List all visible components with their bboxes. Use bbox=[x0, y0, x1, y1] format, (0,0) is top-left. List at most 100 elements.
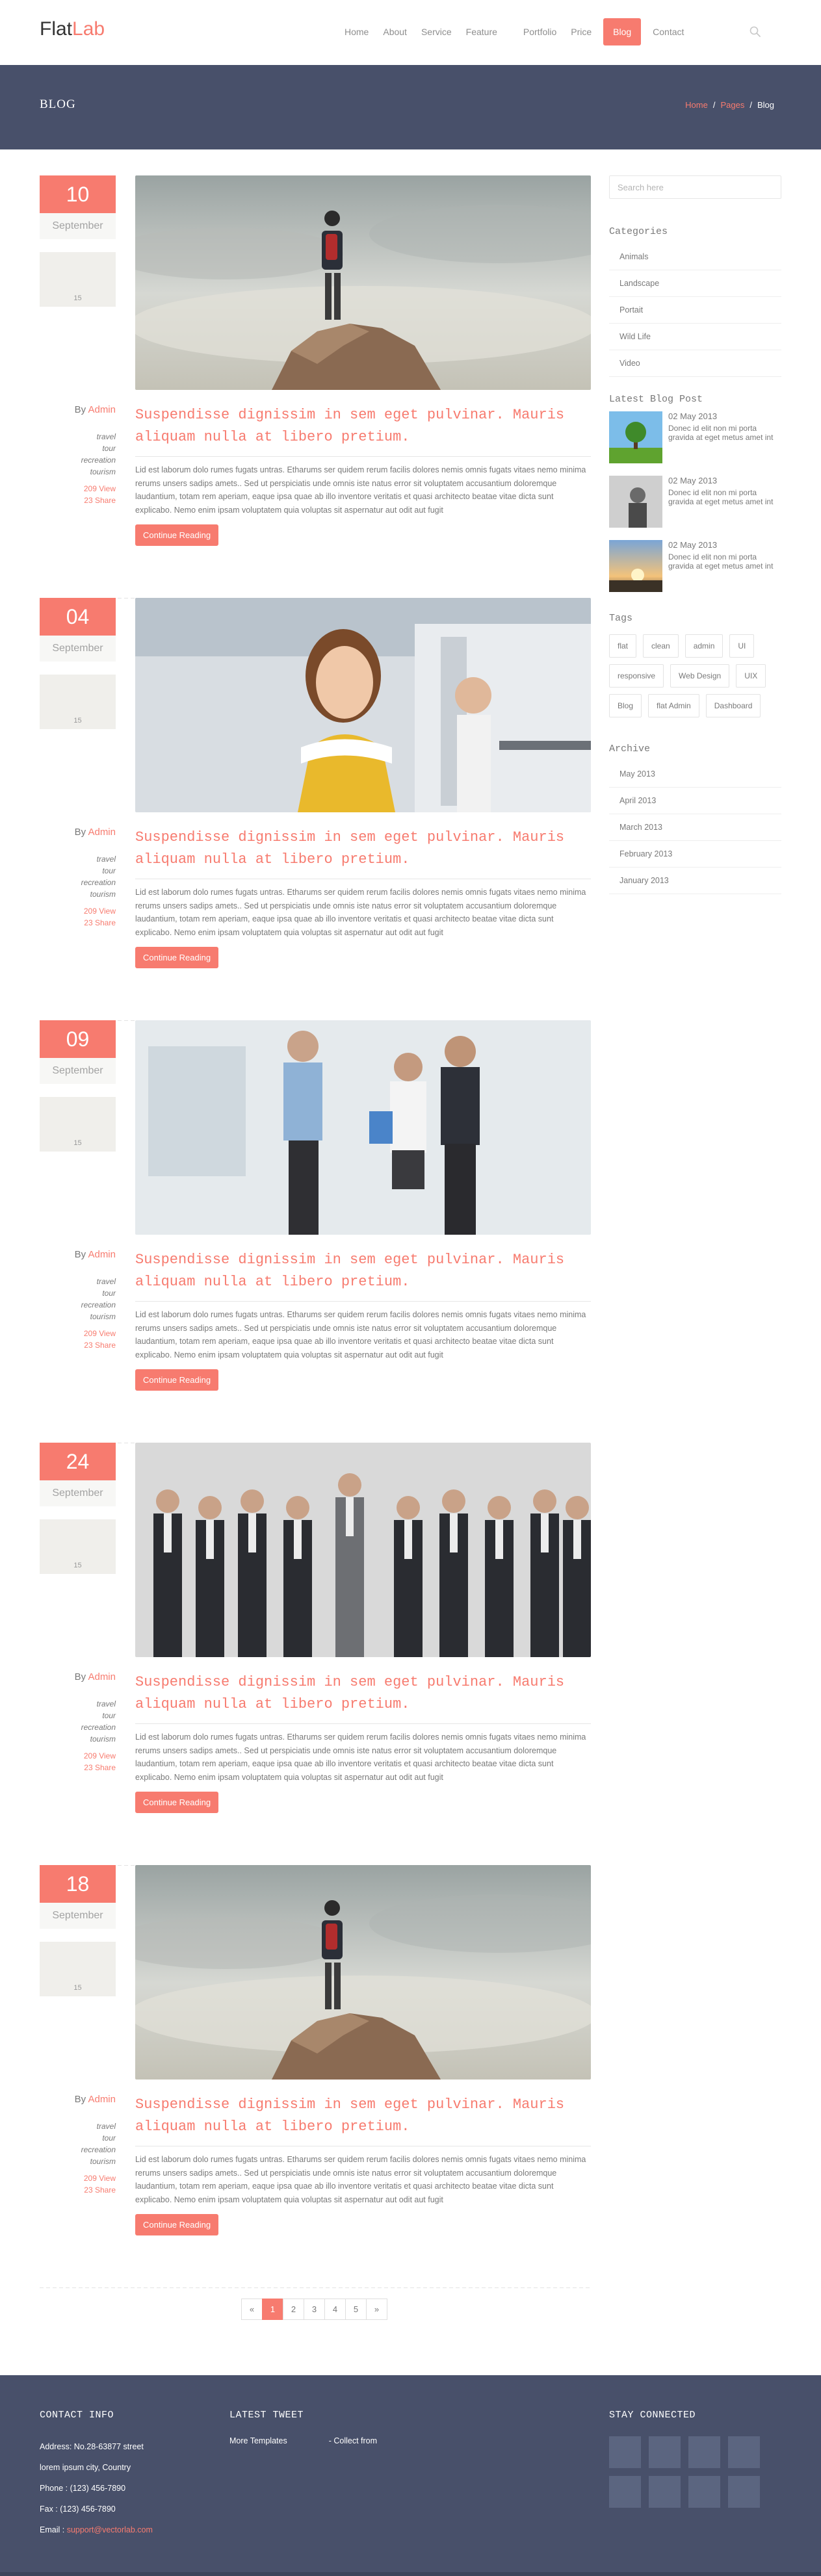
page-button[interactable]: 5 bbox=[345, 2299, 367, 2320]
breadcrumb-home[interactable]: Home bbox=[685, 100, 708, 110]
latest-post-thumbnail[interactable] bbox=[609, 476, 662, 528]
continue-reading-button[interactable]: Continue Reading bbox=[135, 2214, 219, 2235]
tweet-link[interactable]: More Templates bbox=[229, 2436, 287, 2445]
post-tag-link[interactable]: travel bbox=[40, 1698, 116, 1710]
tag-chip[interactable]: UI bbox=[729, 634, 755, 658]
post-title[interactable]: Suspendisse dignissim in sem eget pulvin… bbox=[135, 1671, 591, 1716]
post-tag-link[interactable]: tourism bbox=[40, 2156, 116, 2167]
post-image[interactable] bbox=[135, 1865, 591, 2080]
tag-chip[interactable]: UIX bbox=[736, 664, 766, 688]
post-tag-link[interactable]: travel bbox=[40, 431, 116, 443]
tag-chip[interactable]: flat bbox=[609, 634, 637, 658]
footer-email-link[interactable]: support@vectorlab.com bbox=[67, 2525, 153, 2534]
category-item[interactable]: Wild Life bbox=[609, 324, 781, 350]
page-prev-button[interactable]: « bbox=[241, 2299, 263, 2320]
author-link[interactable]: Admin bbox=[88, 404, 116, 415]
nav-item-contact[interactable]: Contact bbox=[653, 18, 684, 45]
category-item[interactable]: Landscape bbox=[609, 270, 781, 297]
latest-post-thumbnail[interactable] bbox=[609, 411, 662, 463]
nav-item-about[interactable]: About bbox=[383, 18, 407, 45]
post-image[interactable] bbox=[135, 1020, 591, 1235]
post-image[interactable] bbox=[135, 598, 591, 812]
post-tag-link[interactable]: tour bbox=[40, 2132, 116, 2144]
page-next-button[interactable]: » bbox=[366, 2299, 387, 2320]
social-icon[interactable] bbox=[649, 2436, 681, 2468]
post-comments-box[interactable]: 15 bbox=[40, 1942, 116, 1996]
post-tag-link[interactable]: tour bbox=[40, 1710, 116, 1721]
post-tag-link[interactable]: recreation bbox=[40, 1299, 116, 1311]
social-icon[interactable] bbox=[728, 2436, 760, 2468]
page-button[interactable]: 3 bbox=[304, 2299, 325, 2320]
author-link[interactable]: Admin bbox=[88, 1249, 116, 1260]
post-tag-link[interactable]: tour bbox=[40, 1287, 116, 1299]
tag-chip[interactable]: responsive bbox=[609, 664, 664, 688]
post-comments-box[interactable]: 15 bbox=[40, 1519, 116, 1574]
post-tag-link[interactable]: tour bbox=[40, 443, 116, 454]
continue-reading-button[interactable]: Continue Reading bbox=[135, 1369, 219, 1391]
archive-item[interactable]: May 2013 bbox=[609, 761, 781, 788]
latest-post-date[interactable]: 02 May 2013 bbox=[668, 476, 781, 485]
latest-post-thumbnail[interactable] bbox=[609, 540, 662, 592]
sidebar-search-input[interactable] bbox=[609, 175, 781, 199]
post-comments-box[interactable]: 15 bbox=[40, 1097, 116, 1152]
author-link[interactable]: Admin bbox=[88, 1671, 116, 1682]
nav-item-home[interactable]: Home bbox=[345, 18, 369, 45]
social-icon[interactable] bbox=[688, 2476, 720, 2508]
post-image[interactable] bbox=[135, 1443, 591, 1657]
page-button[interactable]: 4 bbox=[324, 2299, 346, 2320]
post-tag-link[interactable]: tourism bbox=[40, 1733, 116, 1745]
post-tag-link[interactable]: tourism bbox=[40, 888, 116, 900]
post-title[interactable]: Suspendisse dignissim in sem eget pulvin… bbox=[135, 1249, 591, 1293]
breadcrumb-pages[interactable]: Pages bbox=[720, 100, 744, 110]
post-tag-link[interactable]: recreation bbox=[40, 2144, 116, 2156]
post-image[interactable] bbox=[135, 175, 591, 390]
category-item[interactable]: Portait bbox=[609, 297, 781, 324]
nav-item-portfolio[interactable]: Portfolio bbox=[523, 18, 556, 45]
archive-item[interactable]: April 2013 bbox=[609, 788, 781, 814]
site-logo[interactable]: FlatLab bbox=[40, 18, 105, 40]
post-title[interactable]: Suspendisse dignissim in sem eget pulvin… bbox=[135, 404, 591, 448]
post-tag-link[interactable]: recreation bbox=[40, 454, 116, 466]
latest-post-date[interactable]: 02 May 2013 bbox=[668, 411, 781, 421]
search-icon[interactable] bbox=[748, 24, 763, 40]
post-tag-link[interactable]: recreation bbox=[40, 1721, 116, 1733]
continue-reading-button[interactable]: Continue Reading bbox=[135, 524, 219, 546]
tag-chip[interactable]: flat Admin bbox=[648, 694, 699, 717]
social-icon[interactable] bbox=[649, 2476, 681, 2508]
category-item[interactable]: Animals bbox=[609, 244, 781, 270]
latest-post-date[interactable]: 02 May 2013 bbox=[668, 540, 781, 550]
archive-item[interactable]: February 2013 bbox=[609, 841, 781, 868]
post-tag-link[interactable]: travel bbox=[40, 2120, 116, 2132]
post-tag-link[interactable]: tourism bbox=[40, 1311, 116, 1322]
continue-reading-button[interactable]: Continue Reading bbox=[135, 1792, 219, 1813]
continue-reading-button[interactable]: Continue Reading bbox=[135, 947, 219, 968]
post-title[interactable]: Suspendisse dignissim in sem eget pulvin… bbox=[135, 2094, 591, 2138]
post-tag-link[interactable]: travel bbox=[40, 1276, 116, 1287]
tweet-source[interactable]: - Collect from bbox=[329, 2436, 377, 2445]
post-comments-box[interactable]: 15 bbox=[40, 252, 116, 307]
tag-chip[interactable]: Dashboard bbox=[705, 694, 761, 717]
author-link[interactable]: Admin bbox=[88, 2094, 116, 2105]
nav-item-service[interactable]: Service bbox=[421, 18, 452, 45]
social-icon[interactable] bbox=[728, 2476, 760, 2508]
nav-item-price[interactable]: Price bbox=[571, 18, 592, 45]
tag-chip[interactable]: admin bbox=[684, 634, 723, 658]
social-icon[interactable] bbox=[688, 2436, 720, 2468]
tag-chip[interactable]: clean bbox=[643, 634, 679, 658]
post-tag-link[interactable]: tourism bbox=[40, 466, 116, 478]
page-button[interactable]: 1 bbox=[262, 2299, 283, 2320]
page-button[interactable]: 2 bbox=[283, 2299, 304, 2320]
social-icon[interactable] bbox=[609, 2476, 641, 2508]
tag-chip[interactable]: Blog bbox=[609, 694, 642, 717]
category-item[interactable]: Video bbox=[609, 350, 781, 377]
post-comments-box[interactable]: 15 bbox=[40, 675, 116, 729]
post-tag-link[interactable]: travel bbox=[40, 853, 116, 865]
author-link[interactable]: Admin bbox=[88, 827, 116, 838]
post-tag-link[interactable]: recreation bbox=[40, 877, 116, 888]
nav-item-blog[interactable]: Blog bbox=[603, 18, 642, 45]
post-tag-link[interactable]: tour bbox=[40, 865, 116, 877]
post-title[interactable]: Suspendisse dignissim in sem eget pulvin… bbox=[135, 827, 591, 871]
archive-item[interactable]: January 2013 bbox=[609, 868, 781, 894]
archive-item[interactable]: March 2013 bbox=[609, 814, 781, 841]
social-icon[interactable] bbox=[609, 2436, 641, 2468]
